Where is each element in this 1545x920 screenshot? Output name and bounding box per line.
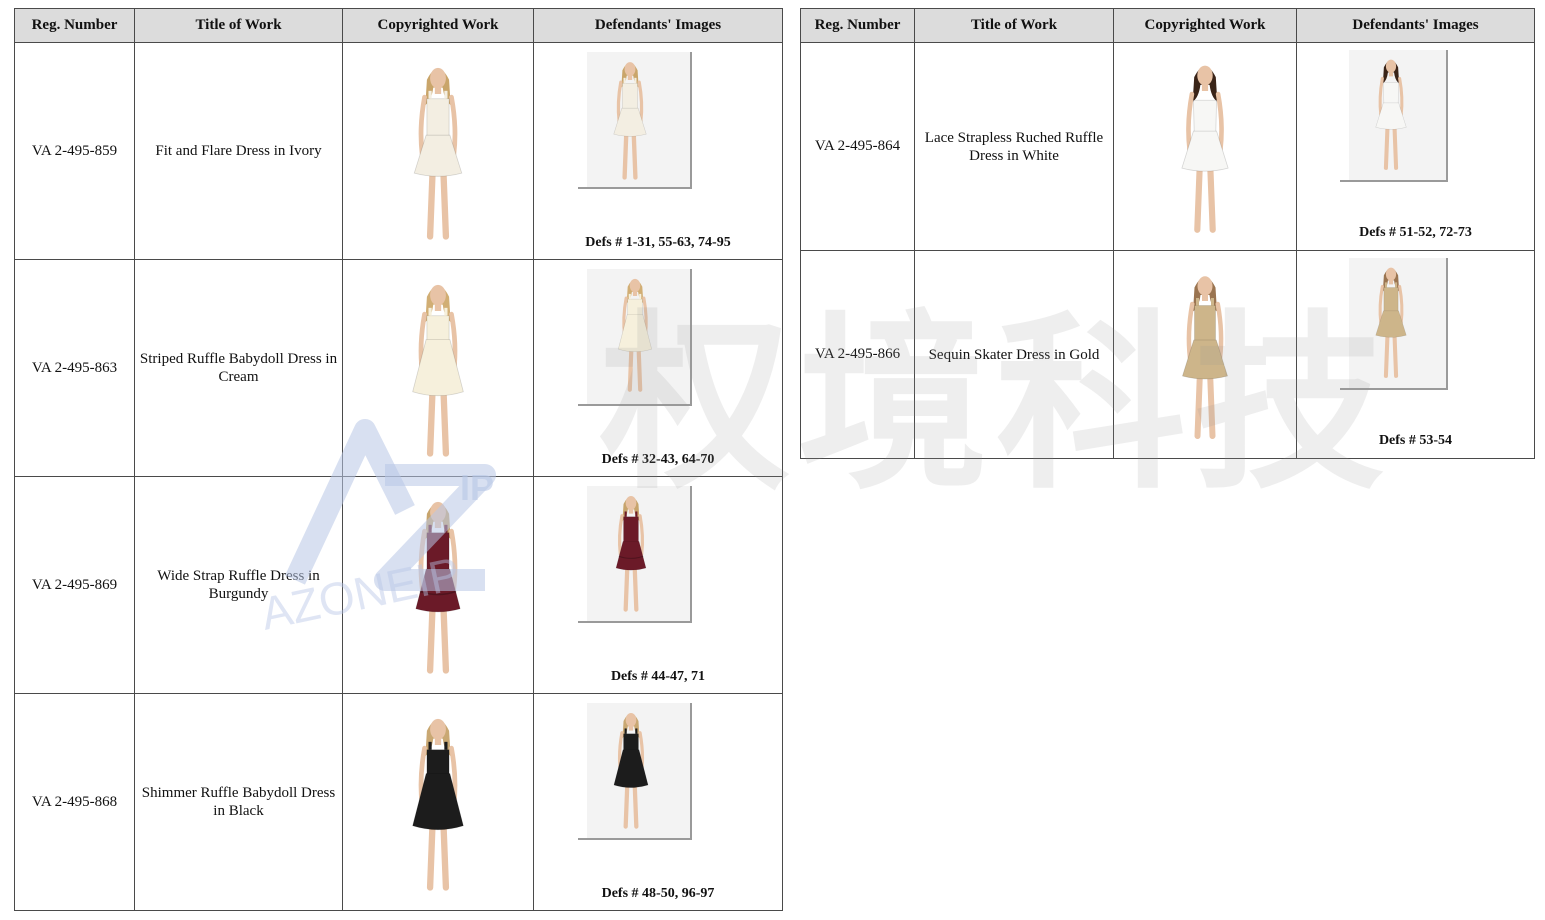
reg-number-cell: VA 2-495-868 (14, 693, 135, 911)
title-cell: Shimmer Ruffle Babydoll Dress in Black (134, 693, 343, 911)
title-cell: Lace Strapless Ruched Ruffle Dress in Wh… (914, 42, 1114, 251)
defs-label: Defs # 48-50, 96-97 (601, 886, 715, 901)
copyrighted-work-photo (343, 490, 533, 680)
table-row: VA 2-495-863 Striped Ruffle Babydoll Dre… (14, 259, 783, 477)
defendant-image-thumbnail (578, 269, 692, 406)
copyrighted-work-photo (343, 56, 533, 246)
header-title-of-work: Title of Work (134, 8, 343, 43)
defs-label: Defs # 44-47, 71 (610, 669, 706, 684)
copyright-table-right: Reg. Number Title of Work Copyrighted Wo… (800, 8, 1535, 459)
header-row: Reg. Number Title of Work Copyrighted Wo… (14, 8, 783, 43)
defendant-image-photo (600, 488, 662, 616)
defendants-images-cell: Defs # 48-50, 96-97 (533, 693, 783, 911)
defendant-image-thumbnail (578, 52, 692, 189)
defendant-image-thumbnail (578, 703, 692, 840)
copyrighted-work-cell (342, 476, 534, 694)
copyrighted-work-cell (1113, 250, 1297, 459)
defendants-images-cell: Defs # 1-31, 55-63, 74-95 (533, 42, 783, 260)
title-cell: Sequin Skater Dress in Gold (914, 250, 1114, 459)
header-defendants-images: Defendants' Images (533, 8, 783, 43)
title-cell: Wide Strap Ruffle Dress in Burgundy (134, 476, 343, 694)
table-row: VA 2-495-869 Wide Strap Ruffle Dress in … (14, 476, 783, 694)
copyrighted-work-cell (1113, 42, 1297, 251)
reg-number-cell: VA 2-495-863 (14, 259, 135, 477)
copyrighted-work-cell (342, 259, 534, 477)
copyrighted-work-cell (342, 693, 534, 911)
defendant-image-photo (600, 705, 662, 833)
reg-number-cell: VA 2-495-864 (800, 42, 915, 251)
header-title-of-work: Title of Work (914, 8, 1114, 43)
defendant-image-thumbnail (1340, 258, 1448, 390)
defs-label: Defs # 53-54 (1378, 433, 1453, 448)
defendant-image-photo (1362, 260, 1420, 382)
table-row: VA 2-495-864 Lace Strapless Ruched Ruffl… (800, 42, 1535, 251)
table-row: VA 2-495-868 Shimmer Ruffle Babydoll Dre… (14, 693, 783, 911)
copyrighted-work-cell (342, 42, 534, 260)
header-row: Reg. Number Title of Work Copyrighted Wo… (800, 8, 1535, 43)
defendant-image-photo (1362, 52, 1420, 174)
defendants-images-cell: Defs # 32-43, 64-70 (533, 259, 783, 477)
copyright-table-left: Reg. Number Title of Work Copyrighted Wo… (14, 8, 783, 911)
table-row: VA 2-495-859 Fit and Flare Dress in Ivor… (14, 42, 783, 260)
defendant-image-thumbnail (578, 486, 692, 623)
table-row: VA 2-495-866 Sequin Skater Dress in Gold… (800, 250, 1535, 459)
defendant-image-thumbnail (1340, 50, 1448, 182)
defs-label: Defs # 32-43, 64-70 (601, 452, 715, 467)
header-reg-number: Reg. Number (14, 8, 135, 43)
title-cell: Fit and Flare Dress in Ivory (134, 42, 343, 260)
title-cell: Striped Ruffle Babydoll Dress in Cream (134, 259, 343, 477)
defendant-image-photo (600, 271, 670, 396)
defendants-images-cell: Defs # 44-47, 71 (533, 476, 783, 694)
header-reg-number: Reg. Number (800, 8, 915, 43)
copyrighted-work-photo (1114, 265, 1296, 445)
header-defendants-images: Defendants' Images (1296, 8, 1535, 43)
header-copyrighted-work: Copyrighted Work (1113, 8, 1297, 43)
reg-number-cell: VA 2-495-866 (800, 250, 915, 459)
copyrighted-work-photo (1114, 54, 1296, 239)
defendant-image-photo (600, 54, 660, 184)
header-copyrighted-work: Copyrighted Work (342, 8, 534, 43)
defs-label: Defs # 51-52, 72-73 (1359, 225, 1472, 240)
reg-number-cell: VA 2-495-869 (14, 476, 135, 694)
copyrighted-work-photo (343, 273, 533, 463)
copyrighted-work-photo (343, 707, 533, 897)
defendants-images-cell: Defs # 53-54 (1296, 250, 1535, 459)
reg-number-cell: VA 2-495-859 (14, 42, 135, 260)
defendants-images-cell: Defs # 51-52, 72-73 (1296, 42, 1535, 251)
defs-label: Defs # 1-31, 55-63, 74-95 (585, 235, 731, 250)
